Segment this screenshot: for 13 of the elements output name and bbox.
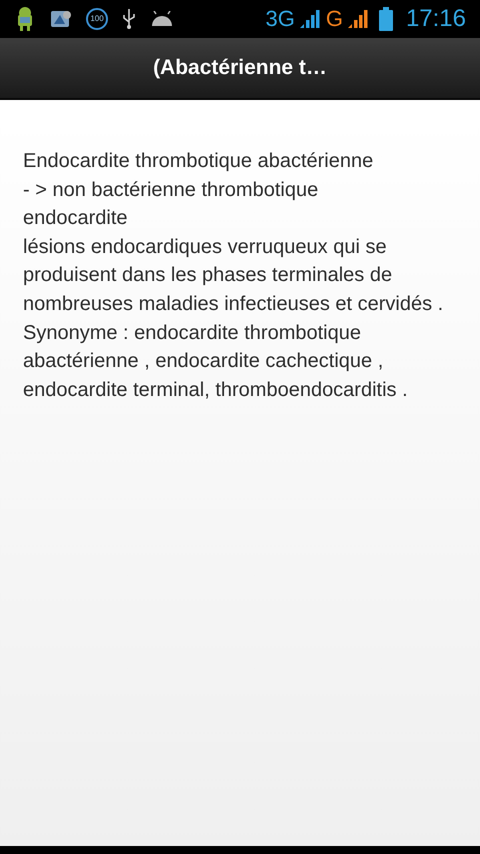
battery-percent-badge: 100 [86, 8, 108, 30]
image-icon [50, 9, 72, 29]
network-type-label: 3G [265, 8, 295, 30]
network-type-label: G [326, 8, 343, 30]
usb-icon [122, 8, 136, 30]
page-title: (Abactérienne t… [153, 55, 327, 82]
battery-icon [378, 7, 393, 31]
definition-text: lésions endocardiques verruqueux qui se produisent dans les phases terminales de nombreuses maladies infectieuses et cervidés . [23, 234, 444, 317]
definition-text: Synonyme : endocardite thrombotique abactérienne , endocardite cachectique , endocardite terminal, thromboendocarditis . [23, 320, 409, 403]
signal-icon [298, 8, 320, 30]
android-head-icon [150, 11, 174, 27]
signal-icon [346, 8, 368, 30]
clock: 17:16 [406, 7, 466, 31]
